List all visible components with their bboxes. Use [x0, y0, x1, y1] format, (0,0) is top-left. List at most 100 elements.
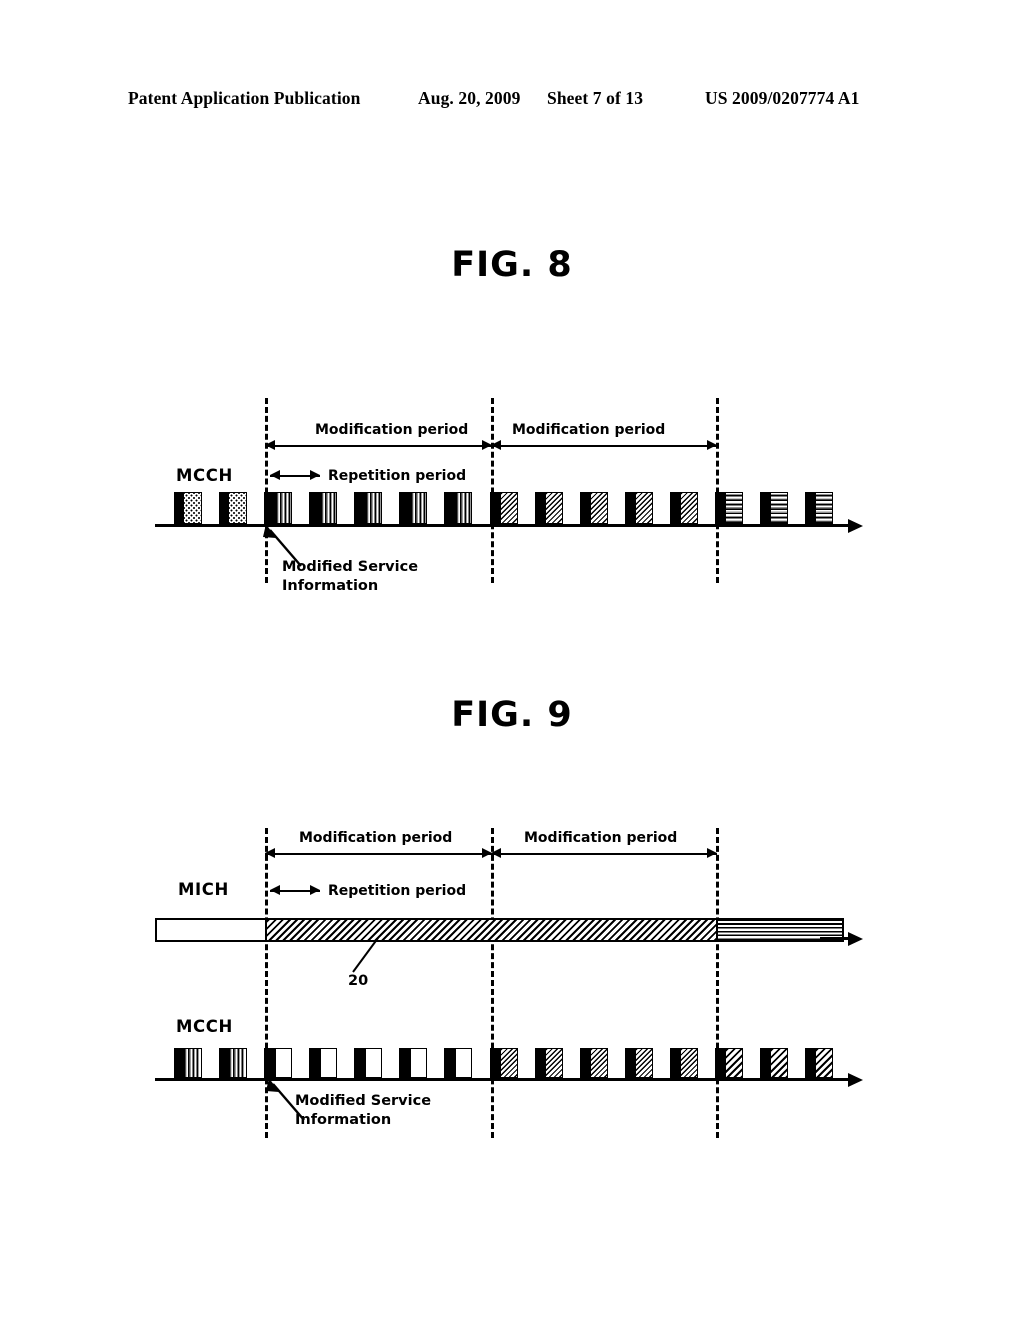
block-lead	[400, 1049, 411, 1077]
block-pattern-plain	[321, 1049, 336, 1077]
publication-date: Aug. 20, 2009	[418, 88, 521, 108]
mcch-burst-block	[354, 492, 382, 524]
block-lead	[626, 493, 636, 523]
block-pattern-diagonal-coarse	[771, 1049, 787, 1077]
block-pattern-vertical	[411, 493, 426, 523]
block-lead	[400, 493, 411, 523]
block-lead	[716, 493, 726, 523]
block-pattern-horizontal	[771, 493, 787, 523]
arrow-head-left	[265, 440, 275, 450]
modification-period-1-label: Modification period	[315, 422, 469, 438]
mcch-burst-block	[490, 1048, 518, 1078]
block-pattern-plain	[411, 1049, 426, 1077]
figure-8: Modification period Modification period …	[0, 380, 1024, 610]
block-pattern-plain	[456, 1049, 471, 1077]
mcch-burst-block	[399, 492, 427, 524]
modification-period-2-label: Modification period	[512, 422, 666, 438]
block-pattern-diagonal-coarse	[816, 1049, 832, 1077]
block-lead	[491, 1049, 501, 1077]
mcch-burst-block	[535, 1048, 563, 1078]
arrow-shaft	[491, 853, 717, 855]
block-lead	[445, 493, 456, 523]
block-lead	[761, 1049, 771, 1077]
mich-segment-idle	[155, 918, 267, 942]
block-pattern-diagonal-coarse	[726, 1049, 742, 1077]
modification-boundary-2	[491, 828, 494, 1138]
mcch-burst-block	[670, 1048, 698, 1078]
mcch-burst-block	[715, 492, 743, 524]
patent-header: Patent Application Publication Aug. 20, …	[0, 88, 1024, 114]
figure-9-title: FIG. 9	[451, 695, 573, 735]
mcch-burst-block-modified	[264, 1048, 292, 1078]
block-lead	[716, 1049, 726, 1077]
mcch-burst-block	[805, 1048, 833, 1078]
mich-timeline-arrowhead	[848, 931, 863, 946]
block-pattern-horizontal	[726, 493, 742, 523]
block-lead	[536, 1049, 546, 1077]
arrow-head-left	[265, 848, 275, 858]
block-lead	[310, 1049, 321, 1077]
block-lead	[265, 493, 276, 523]
block-pattern-diagonal	[501, 493, 517, 523]
arrow-shaft	[265, 853, 492, 855]
block-lead	[220, 493, 229, 523]
arrow-head-right	[310, 885, 320, 895]
mcch-burst-block	[580, 1048, 608, 1078]
mcch-burst-block	[219, 1048, 247, 1078]
block-pattern-diagonal	[591, 1049, 607, 1077]
figure-8-title: FIG. 8	[451, 245, 573, 285]
block-lead	[220, 1049, 229, 1077]
mcch-burst-block	[444, 1048, 472, 1078]
modification-period-2-arrow	[491, 440, 717, 451]
mcch-burst-block	[309, 1048, 337, 1078]
channel-label-mcch: MCCH	[176, 466, 233, 485]
modification-period-1-arrow	[265, 440, 492, 451]
block-lead	[671, 1049, 681, 1077]
block-lead	[536, 493, 546, 523]
mcch-burst-block	[580, 492, 608, 524]
block-lead	[491, 493, 501, 523]
modification-boundary-2	[491, 398, 494, 583]
block-pattern-vertical	[184, 1049, 201, 1077]
block-lead	[445, 1049, 456, 1077]
mcch-burst-block	[354, 1048, 382, 1078]
modification-period-2-arrow	[491, 848, 717, 859]
channel-label-mcch: MCCH	[176, 1017, 233, 1036]
block-pattern-diagonal	[546, 493, 562, 523]
block-pattern-diagonal	[681, 1049, 697, 1077]
mcch-burst-block-modified	[264, 492, 292, 524]
block-lead	[355, 1049, 366, 1077]
mcch-burst-block	[760, 492, 788, 524]
mcch-burst-block	[715, 1048, 743, 1078]
modified-service-callout-label: Modified Service Information	[295, 1093, 432, 1128]
publication-label: Patent Application Publication	[128, 88, 361, 108]
repetition-period-arrow	[270, 885, 320, 896]
block-pattern-diagonal	[636, 1049, 652, 1077]
reference-numeral-20: 20	[348, 973, 369, 989]
figure-9: Modification period Modification period …	[0, 810, 1024, 1140]
modified-service-callout-label: Modified Service Information	[282, 559, 419, 594]
modification-period-1-label: Modification period	[299, 830, 453, 846]
arrow-head-right	[707, 440, 717, 450]
repetition-period-label: Repetition period	[328, 468, 467, 484]
mcch-burst-block	[399, 1048, 427, 1078]
modification-boundary-3	[716, 398, 719, 583]
repetition-period-label: Repetition period	[328, 883, 467, 899]
reference-20-leader-line	[352, 937, 379, 973]
block-pattern-vertical	[229, 1049, 246, 1077]
block-pattern-diagonal	[636, 493, 652, 523]
arrow-head-left	[491, 440, 501, 450]
block-pattern-diagonal	[546, 1049, 562, 1077]
block-lead	[626, 1049, 636, 1077]
block-pattern-vertical	[456, 493, 471, 523]
block-pattern-plain	[366, 1049, 381, 1077]
mcch-burst-block	[535, 492, 563, 524]
block-lead	[310, 493, 321, 523]
mcch-burst-block	[174, 492, 202, 524]
mcch-burst-block	[760, 1048, 788, 1078]
block-pattern-dots	[229, 493, 246, 523]
block-lead	[581, 1049, 591, 1077]
mcch-burst-block	[625, 492, 653, 524]
channel-label-mich: MICH	[178, 880, 229, 899]
block-lead	[175, 1049, 184, 1077]
